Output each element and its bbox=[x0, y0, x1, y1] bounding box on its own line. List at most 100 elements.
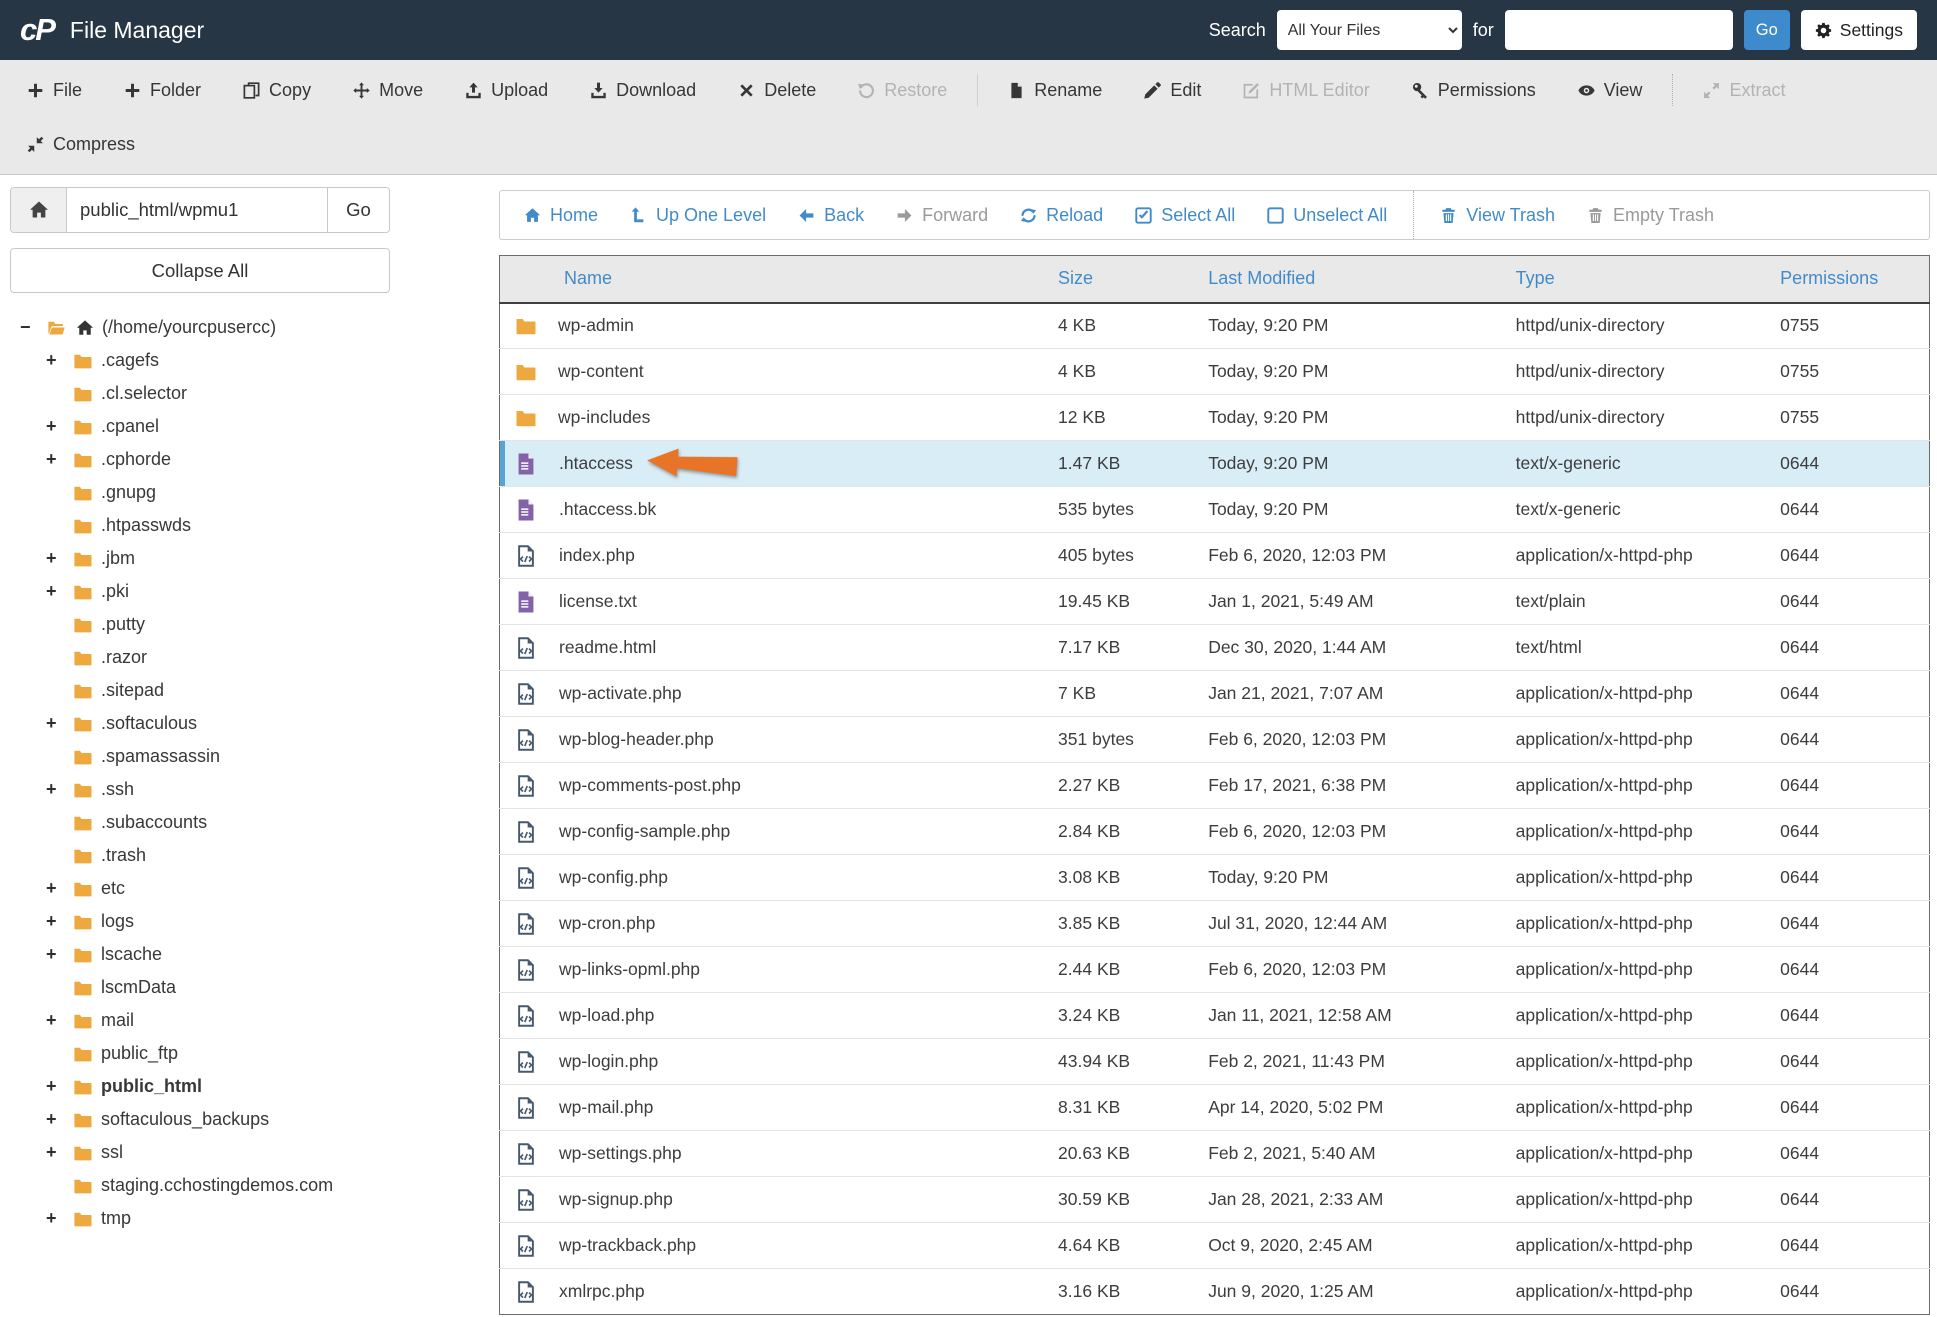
tree-item-softaculous[interactable]: + .softaculous bbox=[10, 707, 487, 740]
tree-expand-icon[interactable]: + bbox=[46, 1076, 72, 1097]
search-input[interactable] bbox=[1504, 10, 1733, 50]
tree-item-pki[interactable]: + .pki bbox=[10, 575, 487, 608]
column-header-type[interactable]: Type bbox=[1507, 255, 1773, 304]
path-input[interactable] bbox=[67, 188, 327, 232]
tree-item-home-yourcpusercc[interactable]: − (/home/yourcpusercc) bbox=[10, 311, 487, 344]
file-row-wp-comments-post-php[interactable]: wp-comments-post.php 2.27 KB Feb 17, 2021,… bbox=[499, 762, 1930, 809]
tree-item-staging-cchostingdemos-com[interactable]: staging.cchostingdemos.com bbox=[10, 1169, 487, 1202]
file-row-index-php[interactable]: index.php 405 bytes Feb 6, 2020, 12:03 PM a… bbox=[499, 532, 1930, 579]
nav-home-button[interactable]: Home bbox=[508, 191, 614, 239]
file-row-wp-mail-php[interactable]: wp-mail.php 8.31 KB Apr 14, 2020, 5:02 PM a… bbox=[499, 1084, 1930, 1131]
file-row-wp-signup-php[interactable]: wp-signup.php 30.59 KB Jan 28, 2021, 2:33 … bbox=[499, 1176, 1930, 1223]
nav-select-all-button[interactable]: Select All bbox=[1119, 191, 1251, 239]
tree-item-trash[interactable]: .trash bbox=[10, 839, 487, 872]
file-row-htaccess[interactable]: .htaccess 1.47 KB Today, 9:20 PM text/x-gen… bbox=[499, 440, 1930, 487]
tree-expand-icon[interactable]: + bbox=[46, 548, 72, 569]
tree-item-cpanel[interactable]: + .cpanel bbox=[10, 410, 487, 443]
toolbar-folder-button[interactable]: Folder bbox=[103, 63, 222, 117]
settings-button[interactable]: Settings bbox=[1800, 10, 1917, 50]
nav-reload-button[interactable]: Reload bbox=[1004, 191, 1119, 239]
tree-item-cl-selector[interactable]: .cl.selector bbox=[10, 377, 487, 410]
column-header-permissions[interactable]: Permissions bbox=[1772, 255, 1930, 304]
tree-item-sitepad[interactable]: .sitepad bbox=[10, 674, 487, 707]
toolbar-edit-button[interactable]: Edit bbox=[1123, 63, 1222, 117]
tree-item-razor[interactable]: .razor bbox=[10, 641, 487, 674]
tree-item-spamassassin[interactable]: .spamassassin bbox=[10, 740, 487, 773]
toolbar-view-button[interactable]: View bbox=[1557, 63, 1664, 117]
tree-item-public-html[interactable]: + public_html bbox=[10, 1070, 487, 1103]
tree-expand-icon[interactable]: + bbox=[46, 779, 72, 800]
tree-expand-icon[interactable]: + bbox=[46, 1109, 72, 1130]
tree-item-gnupg[interactable]: .gnupg bbox=[10, 476, 487, 509]
toolbar-delete-button[interactable]: Delete bbox=[717, 63, 837, 117]
search-scope-select[interactable]: All Your Files bbox=[1276, 10, 1462, 50]
tree-expand-icon[interactable]: + bbox=[46, 713, 72, 734]
file-row-wp-trackback-php[interactable]: wp-trackback.php 4.64 KB Oct 9, 2020, 2:45… bbox=[499, 1222, 1930, 1269]
file-row-wp-settings-php[interactable]: wp-settings.php 20.63 KB Feb 2, 2021, 5:40… bbox=[499, 1130, 1930, 1177]
tree-item-ssh[interactable]: + .ssh bbox=[10, 773, 487, 806]
tree-expand-icon[interactable]: + bbox=[46, 1142, 72, 1163]
file-row-wp-content[interactable]: wp-content 4 KB Today, 9:20 PM httpd/unix-d… bbox=[499, 348, 1930, 395]
file-row-wp-load-php[interactable]: wp-load.php 3.24 KB Jan 11, 2021, 12:58 AM… bbox=[499, 992, 1930, 1039]
tree-item-logs[interactable]: + logs bbox=[10, 905, 487, 938]
file-permissions: 0755 bbox=[1772, 394, 1930, 441]
toolbar-permissions-button[interactable]: Permissions bbox=[1391, 63, 1557, 117]
tree-item-lscmdata[interactable]: lscmData bbox=[10, 971, 487, 1004]
toolbar-move-button[interactable]: Move bbox=[332, 63, 444, 117]
file-row-wp-links-opml-php[interactable]: wp-links-opml.php 2.44 KB Feb 6, 2020, 12:… bbox=[499, 946, 1930, 993]
nav-view-trash-button[interactable]: View Trash bbox=[1424, 191, 1571, 239]
search-go-button[interactable]: Go bbox=[1743, 10, 1790, 50]
file-row-wp-config-php[interactable]: wp-config.php 3.08 KB Today, 9:20 PM applic… bbox=[499, 854, 1930, 901]
tree-expand-icon[interactable]: + bbox=[46, 581, 72, 602]
tree-expand-icon[interactable]: + bbox=[46, 416, 72, 437]
file-row-license-txt[interactable]: license.txt 19.45 KB Jan 1, 2021, 5:49 AM t… bbox=[499, 578, 1930, 625]
tree-expand-icon[interactable]: + bbox=[46, 911, 72, 932]
file-row-wp-admin[interactable]: wp-admin 4 KB Today, 9:20 PM httpd/unix-dir… bbox=[500, 303, 1930, 349]
tree-item-cphorde[interactable]: + .cphorde bbox=[10, 443, 487, 476]
tree-item-lscache[interactable]: + lscache bbox=[10, 938, 487, 971]
toolbar-copy-button[interactable]: Copy bbox=[222, 63, 332, 117]
tree-item-public-ftp[interactable]: public_ftp bbox=[10, 1037, 487, 1070]
tree-expand-icon[interactable]: + bbox=[46, 944, 72, 965]
tree-item-subaccounts[interactable]: .subaccounts bbox=[10, 806, 487, 839]
file-row-wp-blog-header-php[interactable]: wp-blog-header.php 351 bytes Feb 6, 2020, … bbox=[499, 716, 1930, 763]
nav-back-button[interactable]: Back bbox=[782, 191, 880, 239]
file-row-wp-activate-php[interactable]: wp-activate.php 7 KB Jan 21, 2021, 7:07 AM… bbox=[499, 670, 1930, 717]
toolbar-file-button[interactable]: File bbox=[6, 63, 103, 117]
nav-up-one-level-button[interactable]: Up One Level bbox=[614, 191, 782, 239]
toolbar-download-button[interactable]: Download bbox=[569, 63, 717, 117]
file-row-htaccess-bk[interactable]: .htaccess.bk 535 bytes Today, 9:20 PM text/… bbox=[499, 486, 1930, 533]
tree-expand-icon[interactable]: + bbox=[46, 449, 72, 470]
tree-item-softaculous-backups[interactable]: + softaculous_backups bbox=[10, 1103, 487, 1136]
column-header-last-modified[interactable]: Last Modified bbox=[1200, 255, 1508, 304]
tree-item-jbm[interactable]: + .jbm bbox=[10, 542, 487, 575]
collapse-all-button[interactable]: Collapse All bbox=[10, 248, 390, 293]
tree-expand-icon[interactable]: + bbox=[46, 878, 72, 899]
column-header-size[interactable]: Size bbox=[1050, 255, 1201, 304]
tree-item-ssl[interactable]: + ssl bbox=[10, 1136, 487, 1169]
cpanel-logo: cP bbox=[20, 12, 56, 47]
file-row-xmlrpc-php[interactable]: xmlrpc.php 3.16 KB Jun 9, 2020, 1:25 AM app… bbox=[499, 1268, 1930, 1315]
tree-collapse-icon[interactable]: − bbox=[20, 317, 46, 338]
path-home-button[interactable] bbox=[11, 188, 67, 232]
file-row-wp-config-sample-php[interactable]: wp-config-sample.php 2.84 KB Feb 6, 2020, … bbox=[499, 808, 1930, 855]
tree-item-htpasswds[interactable]: .htpasswds bbox=[10, 509, 487, 542]
tree-expand-icon[interactable]: + bbox=[46, 350, 72, 371]
file-row-wp-includes[interactable]: wp-includes 12 KB Today, 9:20 PM httpd/unix… bbox=[499, 394, 1930, 441]
tree-expand-icon[interactable]: + bbox=[46, 1010, 72, 1031]
path-go-button[interactable]: Go bbox=[327, 188, 389, 232]
toolbar-rename-button[interactable]: Rename bbox=[987, 63, 1123, 117]
toolbar-upload-button[interactable]: Upload bbox=[444, 63, 569, 117]
nav-unselect-all-button[interactable]: Unselect All bbox=[1251, 191, 1403, 239]
file-row-wp-cron-php[interactable]: wp-cron.php 3.85 KB Jul 31, 2020, 12:44 AM… bbox=[499, 900, 1930, 947]
tree-expand-icon[interactable]: + bbox=[46, 1208, 72, 1229]
file-row-wp-login-php[interactable]: wp-login.php 43.94 KB Feb 2, 2021, 11:43 P… bbox=[499, 1038, 1930, 1085]
tree-item-cagefs[interactable]: + .cagefs bbox=[10, 344, 487, 377]
tree-item-etc[interactable]: + etc bbox=[10, 872, 487, 905]
toolbar-compress-button[interactable]: Compress bbox=[6, 117, 156, 171]
column-header-name[interactable]: Name bbox=[499, 255, 1051, 304]
tree-item-putty[interactable]: .putty bbox=[10, 608, 487, 641]
tree-item-mail[interactable]: + mail bbox=[10, 1004, 487, 1037]
file-row-readme-html[interactable]: readme.html 7.17 KB Dec 30, 2020, 1:44 AM t… bbox=[499, 624, 1930, 671]
tree-item-tmp[interactable]: + tmp bbox=[10, 1202, 487, 1235]
